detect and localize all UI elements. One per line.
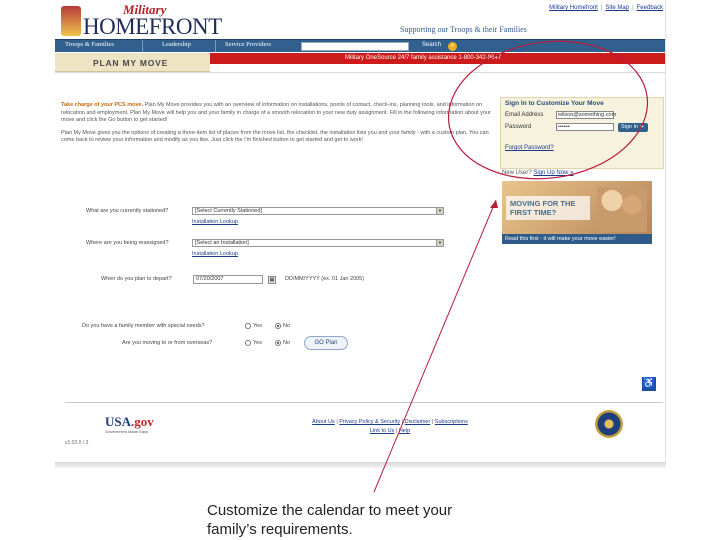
search-go-button[interactable]: » <box>448 42 457 51</box>
caption-line-2: family’s requirements. <box>207 521 353 538</box>
q4-label: Do you have a family member with special… <box>82 323 205 329</box>
special-needs-no-radio[interactable] <box>275 323 281 329</box>
forgot-password-link[interactable]: Forgot Password? <box>505 145 554 151</box>
reassignment-select[interactable]: [Select an Installation] ▼ <box>192 239 444 247</box>
calendar-icon[interactable]: ▦ <box>268 276 276 284</box>
sign-up-link[interactable]: Sign Up Now » <box>533 170 573 176</box>
chevron-down-icon: ▼ <box>436 240 443 246</box>
intro-para2: Plan My Move gives you the options of cr… <box>61 129 489 144</box>
subscriptions-link[interactable]: Subscriptions <box>435 419 468 425</box>
first-move-promo[interactable]: MOVING FOR THE FIRST TIME? <box>502 181 652 234</box>
search-label: Search <box>422 42 442 48</box>
q3-label: When do you plan to depart? <box>101 276 172 282</box>
divider <box>55 72 665 73</box>
reassignment-value: [Select an Installation] <box>195 240 249 246</box>
departure-date-input[interactable]: 07/20/2007 <box>193 275 263 284</box>
homefront-seal-icon <box>61 6 81 36</box>
page-title: PLAN MY MOVE <box>93 58 169 68</box>
top-links: Military Homefront | Site Map | Feedback <box>549 5 663 11</box>
nav-troops-families[interactable]: Troops & Families <box>65 41 114 48</box>
installation-lookup-link-2[interactable]: Installation Lookup <box>192 251 238 257</box>
email-label: Email Address <box>505 112 544 118</box>
q1-label: What are you currently stationed? <box>86 208 169 214</box>
annotation-caption: Customize the calendar to meet your fami… <box>207 501 452 539</box>
new-user-label: New User? <box>502 170 532 176</box>
chevron-down-icon: ▼ <box>436 208 443 214</box>
special-needs-yes-label: Yes <box>253 323 262 329</box>
intro-text: Take charge of your PCS move. Plan My Mo… <box>61 102 491 145</box>
gov-text: .gov <box>131 414 154 429</box>
q5-label: Are you moving to or from overseas? <box>122 340 213 346</box>
disclaimer-link[interactable]: Disclaimer <box>405 419 431 425</box>
family-photo <box>597 187 647 232</box>
nav-leadership[interactable]: Leadership <box>162 41 191 48</box>
usa-gov-subtitle: Government Made Easy <box>105 429 149 434</box>
current-station-select[interactable]: [Select Currently Stationed] ▼ <box>192 207 444 215</box>
footer-links: About Us | Privacy Policy & Security | D… <box>312 419 468 434</box>
privacy-link[interactable]: Privacy Policy & Security <box>339 419 400 425</box>
dod-seal-icon <box>595 410 623 438</box>
about-us-link[interactable]: About Us <box>312 419 335 425</box>
password-label: Password <box>505 124 532 130</box>
email-field[interactable]: wilson@something.com <box>556 111 616 119</box>
toplink-separator: | <box>632 5 634 11</box>
overseas-no-radio[interactable] <box>275 340 281 346</box>
special-needs-no-label: No <box>283 323 291 329</box>
password-field[interactable]: •••••• <box>556 123 614 131</box>
date-format-hint: DD/MM/YYYY (ex. 01 Jan 2005) <box>285 276 365 282</box>
toplink-separator: | <box>600 5 603 11</box>
link-to-us-link[interactable]: Link to Us <box>370 428 394 434</box>
promo-text: MOVING FOR THE FIRST TIME? <box>510 199 576 217</box>
overseas-no-label: No <box>283 340 291 346</box>
signin-title: Sign In to Customize Your Move <box>505 100 604 107</box>
new-user-row: New User? Sign Up Now » <box>502 170 573 176</box>
browser-screenshot: Military HOMEFRONT Supporting our Troops… <box>55 0 666 468</box>
usa-gov-logo[interactable]: USA.gov <box>105 414 154 430</box>
footer-divider <box>65 402 663 403</box>
nav-service-providers[interactable]: Service Providers <box>225 41 271 48</box>
onesource-text: Military OneSource 24/7 family assistanc… <box>345 55 502 61</box>
caption-line-1: Customize the calendar to meet your <box>207 502 453 519</box>
accessibility-icon[interactable]: ♿ <box>642 377 656 391</box>
special-needs-yes-radio[interactable] <box>245 323 251 329</box>
nav-divider <box>215 40 216 52</box>
promo-caption[interactable]: Read this first - it will make your move… <box>502 234 652 244</box>
current-station-value: [Select Currently Stationed] <box>195 208 262 214</box>
usa-text: USA <box>105 414 132 429</box>
help-link[interactable]: Help <box>399 428 410 434</box>
toplink-feedback[interactable]: Feedback <box>637 5 663 11</box>
signin-panel: Sign In to Customize Your Move Email Add… <box>500 97 664 169</box>
nav-divider <box>142 40 143 52</box>
go-plan-button[interactable]: GO Plan <box>304 336 348 350</box>
tagline: Supporting our Troops & their Families <box>400 25 527 34</box>
overseas-yes-label: Yes <box>253 340 262 346</box>
sign-in-button[interactable]: Sign In ► <box>618 123 648 132</box>
brand-homefront[interactable]: HOMEFRONT <box>83 14 222 40</box>
search-input[interactable] <box>301 42 409 51</box>
overseas-yes-radio[interactable] <box>245 340 251 346</box>
version-text: v1.02.0 / 3 <box>65 440 89 446</box>
q2-label: Where are you being reassigned? <box>86 240 169 246</box>
screenshot-edge <box>55 462 666 468</box>
toplink-site-map[interactable]: Site Map <box>605 5 629 11</box>
intro-lead: Take charge of your PCS move. <box>61 102 144 108</box>
installation-lookup-link-1[interactable]: Installation Lookup <box>192 219 238 225</box>
toplink-military-homefront[interactable]: Military Homefront <box>549 5 598 11</box>
main-nav: Troops & Families Leadership Service Pro… <box>55 39 665 52</box>
